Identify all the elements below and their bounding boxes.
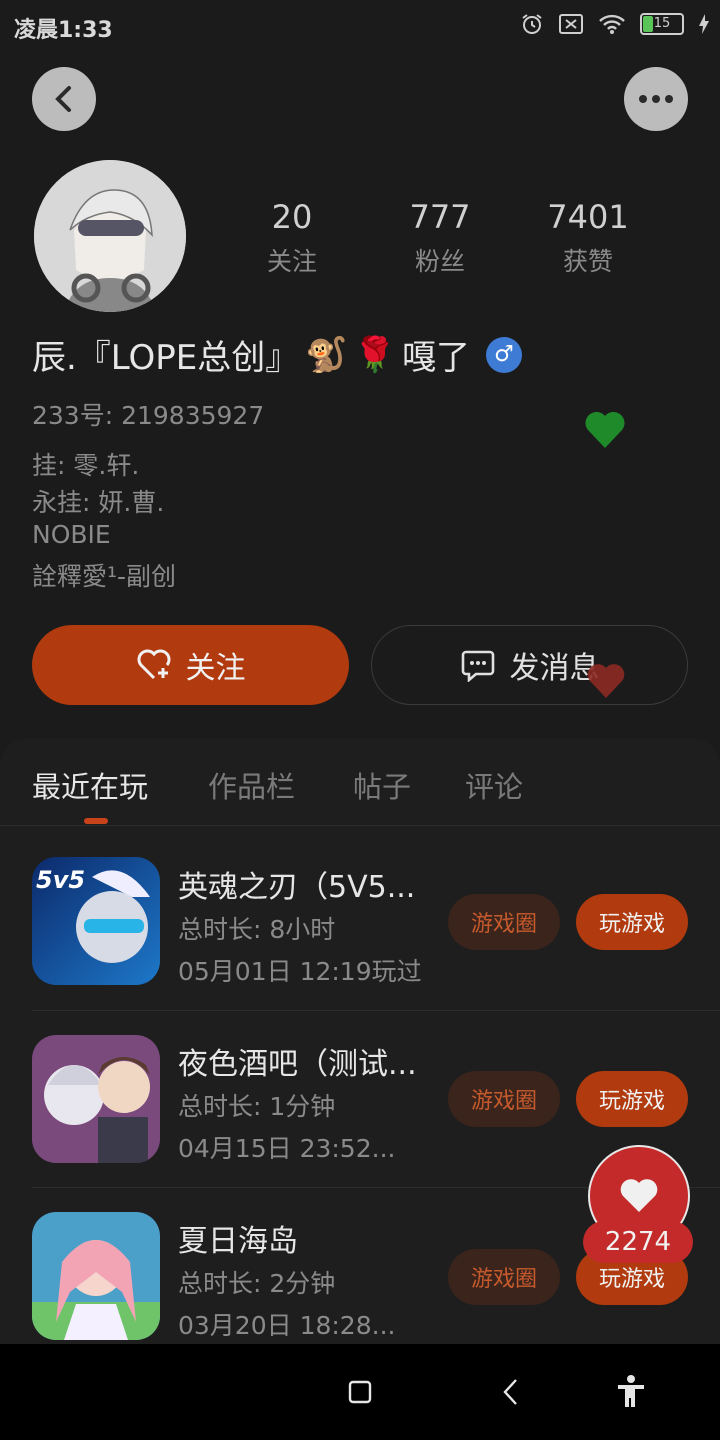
battery-icon: 15 [640,13,684,35]
game-art [32,1035,160,1163]
stat-label: 关注 [266,247,317,276]
play-game-button[interactable]: 玩游戏 [576,894,688,950]
stat-label: 获赞 [562,247,613,276]
game-circle-button[interactable]: 游戏圈 [448,1071,560,1127]
male-icon: ♂ [485,336,522,373]
profile-name-suffix: 嘎了 [401,338,470,378]
stat-following[interactable]: 20 关注 [222,198,362,278]
red-heart-icon [587,664,625,698]
game-duration: 总时长: 8小时 [178,915,336,944]
bio-line: 挂: 零.轩. [32,451,140,480]
row-divider [32,1010,720,1011]
more-button[interactable] [624,67,688,131]
game-icon[interactable] [32,1212,160,1340]
follow-label: 关注 [185,651,246,686]
game-art [32,1212,160,1340]
system-nav-bar [0,1344,720,1440]
game-icon[interactable] [32,1035,160,1163]
no-sim-icon [559,14,583,34]
back-arrow-icon [55,86,71,112]
message-button[interactable]: 发消息 [371,625,688,705]
play-game-button[interactable]: 玩游戏 [576,1071,688,1127]
game-last-played: 03月20日 18:28... [178,1311,396,1340]
game-title[interactable]: 夜色酒吧（测试... [178,1039,428,1083]
back-button[interactable] [32,67,96,131]
charging-icon [699,14,709,34]
tab-indicator [84,818,108,824]
stat-value: 20 [271,198,313,236]
game-circle-button[interactable]: 游戏圈 [448,894,560,950]
heart-plus-icon [137,649,170,680]
game-title[interactable]: 英魂之刃（5V5... [178,862,428,906]
like-count: 2274 [583,1221,693,1263]
game-duration: 总时长: 2分钟 [178,1269,336,1298]
profile-name: 辰.『LOPE总创』 [32,338,300,378]
stat-value: 777 [409,198,471,236]
chat-bubble-icon [461,650,494,682]
recent-apps-icon[interactable] [348,1380,372,1404]
monkey-emoji: 🐒 [305,334,348,375]
game-circle-button[interactable]: 游戏圈 [448,1249,560,1305]
nav-back-icon[interactable] [502,1378,520,1406]
bio-line: 詮釋愛¹-副创 [32,562,177,591]
bio-line: 永挂: 妍.曹. [32,488,165,517]
stat-likes[interactable]: 7401 获赞 [518,198,658,278]
avatar[interactable] [34,160,186,312]
tab-comments[interactable]: 评论 [465,764,523,806]
stat-value: 7401 [547,198,629,236]
game-last-played: 04月15日 23:52... [178,1134,396,1163]
green-heart-icon [585,411,625,448]
game-last-played: 05月01日 12:19玩过 [178,957,422,986]
game-badge: 5v5 [36,866,86,894]
profile-name-row: 辰.『LOPE总创』 🐒 🌹 嘎了 ♂ [32,330,522,379]
status-icons: 15 [520,12,710,36]
avatar-illustration [34,160,186,312]
rose-emoji: 🌹 [353,334,396,375]
game-duration: 总时长: 1分钟 [178,1092,336,1121]
tab-recently-played[interactable]: 最近在玩 [32,764,148,806]
status-time: 凌晨1:33 [14,18,113,43]
follow-button[interactable]: 关注 [32,625,349,705]
tab-posts[interactable]: 帖子 [353,764,411,806]
accessibility-icon[interactable] [616,1374,646,1408]
more-dots-icon [639,95,673,103]
user-id: 233号: 219835927 [32,401,265,430]
wifi-icon [599,14,625,34]
tab-divider [0,825,720,826]
battery-level: 15 [653,16,671,31]
bio-line: NOBIE [32,520,111,549]
tab-works[interactable]: 作品栏 [208,764,295,806]
stat-label: 粉丝 [414,247,465,276]
stat-followers[interactable]: 777 粉丝 [370,198,510,278]
game-title[interactable]: 夏日海岛 [178,1216,428,1260]
heart-icon [620,1179,658,1212]
alarm-icon [522,14,542,34]
